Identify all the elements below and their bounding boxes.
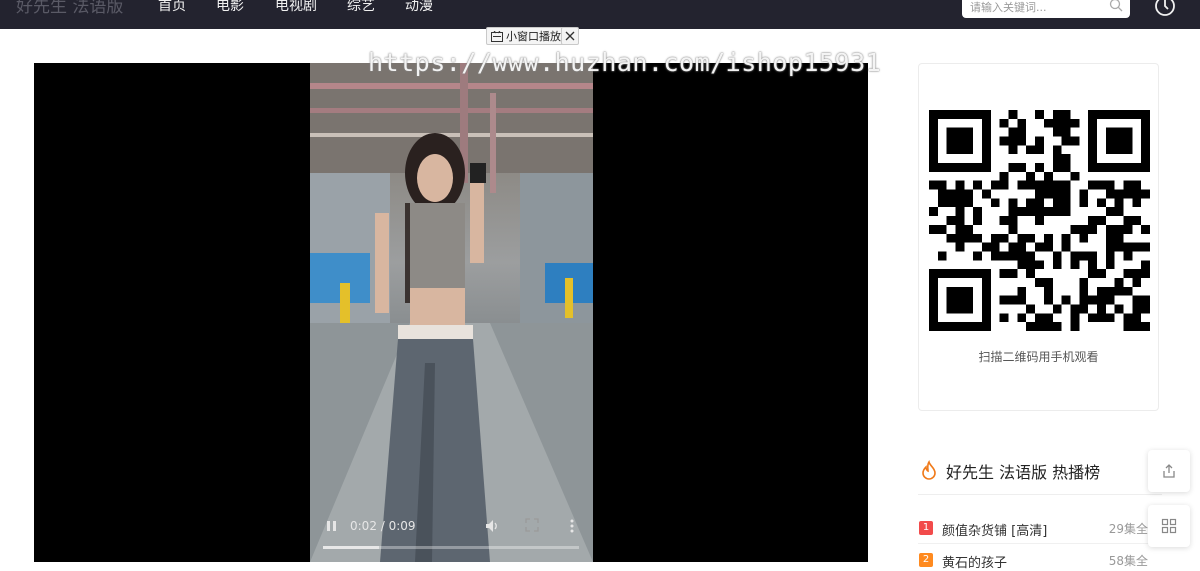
pip-close-button[interactable] — [561, 27, 579, 45]
rank-badge: 1 — [919, 521, 933, 535]
watermark-text: https://www.huzhan.com/ishop15931 — [368, 48, 882, 77]
hot-item-episodes: 29集全 — [1108, 522, 1148, 536]
hot-item-title: 颜值杂货铺 [高清] — [942, 524, 1048, 539]
hot-item-episodes: 58集全 — [1108, 554, 1148, 568]
hot-list-title: 好先生 法语版 热播榜 — [946, 463, 1101, 482]
pip-label: 小窗口播放 — [506, 30, 561, 43]
qr-caption: 扫描二维码用手机观看 — [978, 350, 1099, 364]
nav-item-anime[interactable]: 动漫 — [405, 0, 433, 15]
share-icon — [1163, 464, 1175, 478]
site-logo[interactable]: 好先生 法语版 — [16, 0, 123, 17]
fire-icon — [922, 460, 936, 480]
hot-list-item[interactable]: 2 黄石的孩子 58集全 — [918, 550, 1162, 571]
search-box — [962, 0, 1130, 18]
grid-icon — [1161, 518, 1177, 534]
fullscreen-icon[interactable] — [525, 518, 539, 532]
volume-icon[interactable] — [484, 518, 500, 534]
video-player[interactable]: 0:02 / 0:09 — [34, 63, 868, 562]
top-nav-bar: 好先生 法语版 首页 电影 电视剧 综艺 动漫 — [0, 0, 1200, 29]
nav-item-home[interactable]: 首页 — [158, 0, 186, 15]
qr-card: 扫描二维码用手机观看 — [918, 63, 1159, 411]
hot-list-header: 好先生 法语版 热播榜 — [918, 460, 1100, 482]
close-icon — [565, 31, 575, 41]
nav-item-movies[interactable]: 电影 — [216, 0, 244, 15]
search-icon[interactable] — [1108, 0, 1124, 13]
more-icon[interactable] — [568, 518, 576, 534]
progress-fill — [323, 546, 380, 549]
nav-item-tv[interactable]: 电视剧 — [275, 0, 317, 15]
search-input[interactable] — [970, 0, 1100, 16]
grid-menu-button[interactable] — [1148, 505, 1190, 547]
pip-play-button[interactable]: 小窗口播放 — [486, 27, 566, 45]
qr-code — [929, 110, 1150, 331]
time-display: 0:02 / 0:09 — [350, 519, 416, 533]
hot-list-divider — [918, 494, 1162, 495]
hot-list-item[interactable]: 1 颜值杂货铺 [高清] 29集全 — [918, 518, 1162, 539]
share-button[interactable] — [1148, 450, 1190, 492]
pause-icon[interactable] — [324, 518, 340, 534]
progress-bar[interactable] — [323, 546, 579, 549]
hot-row-divider — [918, 543, 1162, 544]
video-frame[interactable]: 0:02 / 0:09 — [310, 63, 593, 562]
nav-item-variety[interactable]: 综艺 — [347, 0, 375, 15]
rank-badge: 2 — [919, 553, 933, 567]
pip-icon — [491, 30, 503, 42]
history-icon[interactable] — [1153, 0, 1177, 18]
video-scene-image — [310, 63, 593, 562]
